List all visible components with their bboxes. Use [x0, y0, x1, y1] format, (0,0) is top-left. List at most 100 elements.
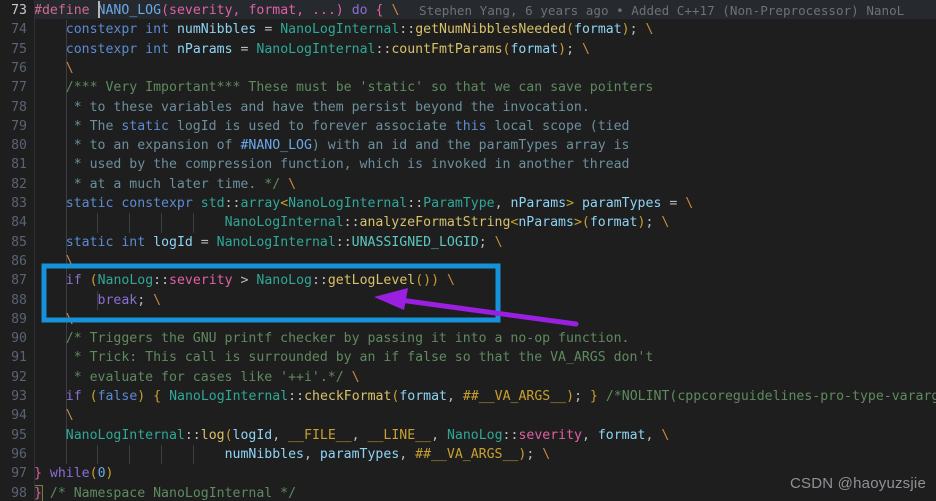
- code-token: NanoLogInternal: [280, 22, 400, 38]
- code-token: int: [145, 41, 170, 57]
- code-token: NanoLog: [446, 427, 503, 443]
- code-line[interactable]: \: [34, 406, 74, 425]
- code-token: \: [351, 369, 360, 385]
- code-text-layer[interactable]: #define NANO_LOG(severity, format, ...) …: [0, 0, 936, 501]
- code-token: countFmtParams: [391, 41, 503, 57]
- code-token: * at a much later time.: [73, 176, 265, 192]
- code-token: ::: [343, 215, 360, 231]
- code-token: ,: [447, 389, 463, 404]
- line-number: 74: [11, 22, 27, 38]
- code-line[interactable]: * used by the compression function, whic…: [34, 155, 630, 174]
- code-line[interactable]: \: [34, 59, 74, 78]
- code-token: \: [447, 273, 455, 289]
- code-token: ::: [502, 427, 519, 443]
- code-line[interactable]: if (NanoLog::severity > NanoLog::getLogL…: [34, 271, 455, 290]
- code-line[interactable]: * to an expansion of #NANO_LOG) with an …: [34, 136, 630, 155]
- code-token: \: [661, 215, 670, 231]
- code-token: /*NOLINT(cppcoreguidelines-pro-type-vara…: [605, 389, 936, 404]
- code-line[interactable]: * Trick: This call is surrounded by an i…: [34, 348, 654, 367]
- code-token: <: [280, 196, 289, 211]
- code-line[interactable]: * at a much later time. */ \: [34, 175, 296, 194]
- code-token: \: [153, 292, 162, 308]
- code-token: format: [248, 3, 297, 18]
- code-token: int: [121, 234, 146, 250]
- code-token: (): [415, 273, 432, 289]
- code-token: __FILE__: [288, 427, 352, 443]
- code-token: * Trick: This call is surrounded by an i…: [73, 350, 654, 366]
- code-line[interactable]: * to these variables and have them persi…: [34, 98, 590, 117]
- line-number: 79: [11, 118, 27, 134]
- code-line[interactable]: /* Triggers the GNU printf checker by pa…: [34, 329, 630, 348]
- code-token: if: [65, 273, 82, 289]
- line-number: 82: [11, 176, 27, 192]
- code-line[interactable]: NanoLogInternal::log(logId, __FILE__, __…: [34, 426, 670, 445]
- code-token: ##__VA_ARGS__: [415, 446, 519, 462]
- code-token: (: [89, 273, 98, 289]
- code-line[interactable]: \: [34, 252, 74, 271]
- code-line[interactable]: #define NANO_LOG(severity, format, ...) …: [34, 1, 399, 20]
- code-line[interactable]: constexpr int numNibbles = NanoLogIntern…: [34, 20, 654, 39]
- code-token: * to these variables and have them persi…: [73, 99, 590, 115]
- line-number: 77: [11, 80, 27, 96]
- code-line[interactable]: constexpr int nParams = NanoLogInternal:…: [34, 40, 590, 59]
- code-token: ,: [645, 427, 662, 443]
- line-number: 83: [11, 196, 27, 211]
- code-line[interactable]: \: [34, 310, 74, 329]
- code-token: severity: [518, 427, 582, 443]
- code-token: (: [89, 389, 98, 404]
- code-token: * evaluate for cases like '++i'.*/: [73, 369, 344, 385]
- code-token: (: [89, 466, 98, 482]
- code-line[interactable]: NanoLogInternal::analyzeFormatString<nPa…: [34, 213, 670, 232]
- code-token: NanoLog: [256, 273, 312, 289]
- code-line[interactable]: break; \: [34, 291, 162, 310]
- code-token: NanoLogInternal: [256, 41, 376, 57]
- git-blame-annotation[interactable]: Stephen Yang, 6 years ago • Added C++17 …: [419, 1, 936, 20]
- code-token: ) with an id and the paramTypes array is: [311, 138, 630, 154]
- code-token: format: [399, 389, 447, 404]
- line-number: 75: [11, 41, 27, 57]
- code-token: ): [431, 273, 440, 289]
- code-token: =: [232, 41, 257, 57]
- code-token: format: [589, 215, 638, 231]
- code-line[interactable]: } while(0): [34, 464, 113, 483]
- code-token: }: [589, 389, 598, 404]
- code-token: constexpr: [121, 196, 193, 211]
- code-token: numNibbles: [176, 22, 257, 38]
- line-number: 87: [11, 273, 27, 289]
- code-token: ::: [335, 234, 352, 250]
- line-number: 88: [11, 292, 27, 308]
- line-number: 86: [11, 253, 27, 269]
- code-token: do: [351, 3, 368, 18]
- code-token: ,: [272, 427, 289, 443]
- code-line[interactable]: /*** Very Important*** These must be 'st…: [34, 78, 654, 97]
- code-token: logId is used to forever associate: [168, 118, 455, 134]
- code-token: }: [34, 466, 42, 482]
- code-token: ParamType: [423, 196, 495, 211]
- code-token: ::: [288, 389, 305, 404]
- code-token: ): [558, 41, 567, 57]
- code-line[interactable]: * The static logId is used to forever as…: [34, 117, 630, 136]
- code-token: nParams: [176, 41, 233, 57]
- code-token: ::: [311, 273, 328, 289]
- code-line[interactable]: numNibbles, paramTypes, ##__VA_ARGS__); …: [34, 445, 551, 464]
- code-line[interactable]: static constexpr std::array<NanoLogInter…: [34, 194, 693, 213]
- code-token: NanoLogInternal: [65, 427, 185, 443]
- code-token: ::: [184, 427, 201, 443]
- code-token: {: [153, 389, 162, 404]
- code-line[interactable]: } /* Namespace NanoLogInternal */: [33, 484, 296, 501]
- code-line[interactable]: static int logId = NanoLogInternal::UNAS…: [34, 233, 503, 252]
- code-line[interactable]: * evaluate for cases like '++i'.*/ \: [34, 368, 360, 387]
- code-line[interactable]: if (false) { NanoLogInternal::checkForma…: [34, 387, 936, 406]
